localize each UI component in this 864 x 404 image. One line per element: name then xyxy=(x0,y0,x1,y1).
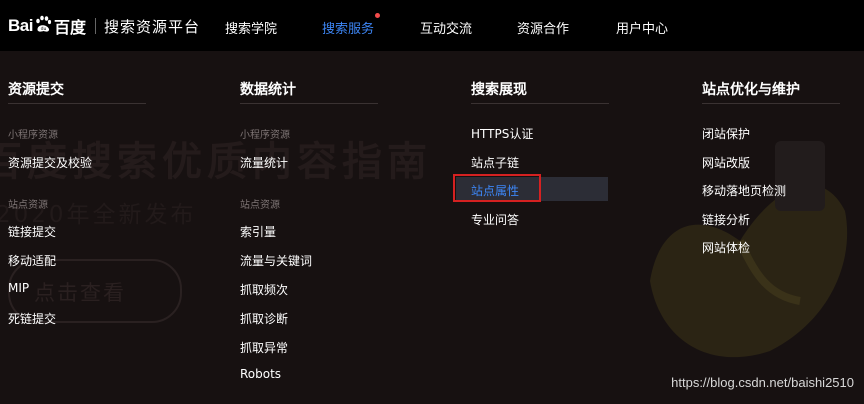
link-link-analysis[interactable]: 链接分析 xyxy=(702,211,750,228)
logo-chinese: 百度 xyxy=(53,18,86,37)
section-label-site: 站点资源 xyxy=(8,200,48,211)
nav-user-center[interactable]: 用户中心 xyxy=(616,18,668,37)
logo-divider xyxy=(94,18,96,34)
section-label-site: 站点资源 xyxy=(240,200,280,211)
link-link-submit[interactable]: 链接提交 xyxy=(8,223,56,240)
link-https-cert[interactable]: HTTPS认证 xyxy=(471,125,533,142)
link-mobile-landing-check[interactable]: 移动落地页检测 xyxy=(702,182,786,199)
platform-title: 搜索资源平台 xyxy=(103,17,200,36)
link-site-checkup[interactable]: 网站体检 xyxy=(702,239,750,256)
link-robots[interactable]: Robots xyxy=(240,367,281,381)
link-mobile-adapt[interactable]: 移动适配 xyxy=(8,252,56,269)
baidu-logo[interactable]: Bai du 百度 搜索资源平台 xyxy=(8,14,200,38)
nav-interaction[interactable]: 互动交流 xyxy=(420,18,472,37)
column-divider xyxy=(471,103,609,104)
section-label-mini-program: 小程序资源 xyxy=(8,130,58,141)
column-divider xyxy=(240,103,378,104)
link-professional-qa[interactable]: 专业问答 xyxy=(471,211,519,228)
column-title-search-display: 搜索展现 xyxy=(471,82,527,98)
link-site-sublinks[interactable]: 站点子链 xyxy=(471,154,519,171)
column-title-data-stats: 数据统计 xyxy=(240,82,296,98)
link-site-revision[interactable]: 网站改版 xyxy=(702,154,750,171)
section-label-mini-program: 小程序资源 xyxy=(240,130,290,141)
background-button-label: 点击查看 xyxy=(34,281,126,305)
link-resource-submit-verify[interactable]: 资源提交及校验 xyxy=(8,154,92,171)
nav-search-services[interactable]: 搜索服务 xyxy=(322,18,374,37)
link-traffic-keywords[interactable]: 流量与关键词 xyxy=(240,252,312,269)
notification-dot xyxy=(375,13,380,18)
link-crawl-errors[interactable]: 抓取异常 xyxy=(240,339,288,356)
column-divider xyxy=(702,103,840,104)
link-crawl-diagnosis[interactable]: 抓取诊断 xyxy=(240,310,288,327)
column-divider xyxy=(8,103,146,104)
link-site-closure-protection[interactable]: 闭站保护 xyxy=(702,125,750,142)
nav-search-academy[interactable]: 搜索学院 xyxy=(225,18,277,37)
logo-text: Bai xyxy=(8,16,33,35)
source-watermark: https://blog.csdn.net/baishi2510 xyxy=(671,375,854,390)
svg-text:du: du xyxy=(41,26,47,32)
link-dead-link-submit[interactable]: 死链提交 xyxy=(8,310,56,327)
paw-icon: du xyxy=(34,15,52,37)
column-title-resource-submit: 资源提交 xyxy=(8,82,64,98)
nav-resource-cooperation[interactable]: 资源合作 xyxy=(517,18,569,37)
annotation-red-box xyxy=(453,174,541,202)
link-crawl-frequency[interactable]: 抓取频次 xyxy=(240,281,288,298)
top-nav-bar: Bai du 百度 搜索资源平台 搜索学院 搜索服务 互动交流 资源合作 用户中… xyxy=(0,0,864,51)
services-dropdown-panel: 百度搜索优质内容指南 2020年全新发布 点击查看 资源提交 小程序资源 资源提… xyxy=(0,51,864,404)
column-title-site-optimization: 站点优化与维护 xyxy=(702,82,800,98)
link-mip[interactable]: MIP xyxy=(8,281,29,295)
link-traffic-stats[interactable]: 流量统计 xyxy=(240,154,288,171)
link-index-volume[interactable]: 索引量 xyxy=(240,223,276,240)
